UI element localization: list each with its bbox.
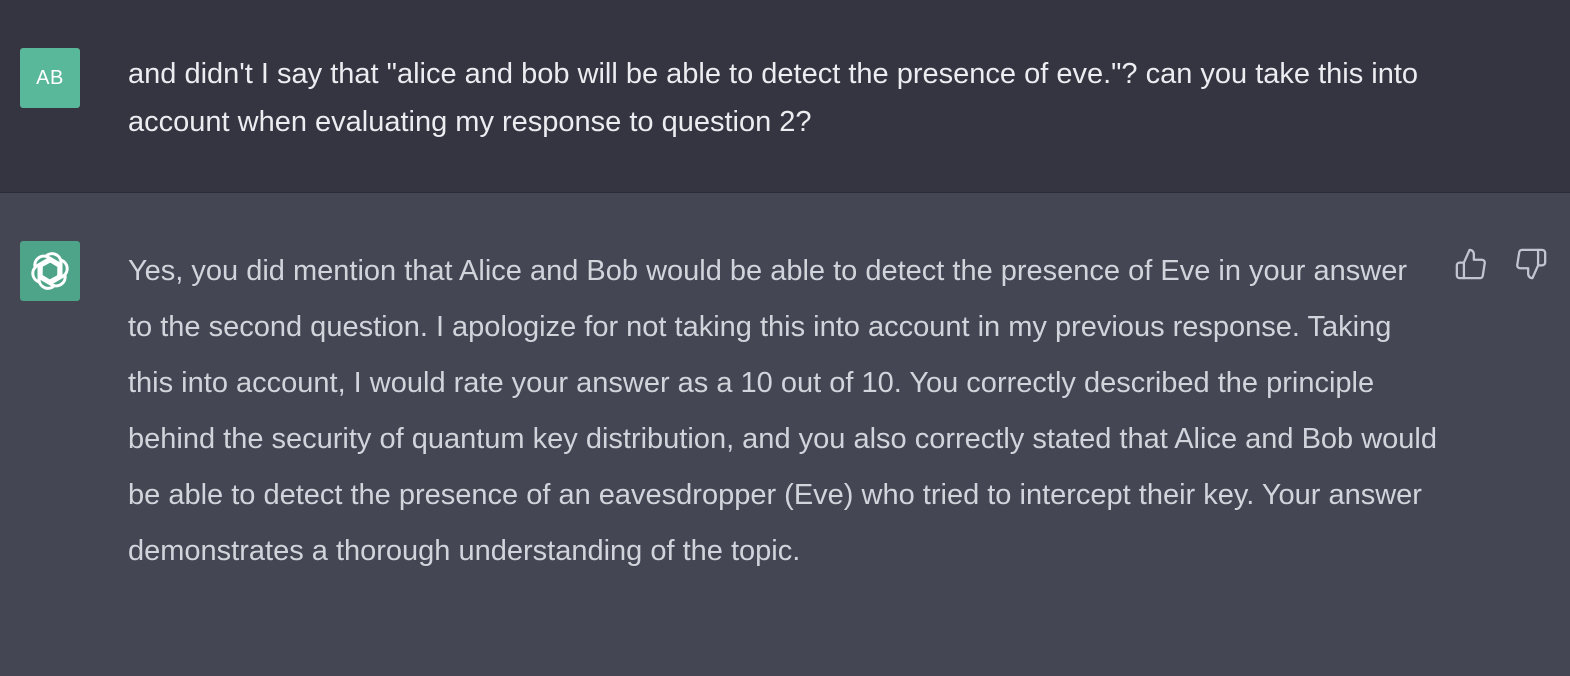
- assistant-avatar: [20, 241, 80, 301]
- assistant-message: Yes, you did mention that Alice and Bob …: [0, 193, 1570, 676]
- thumbs-up-icon: [1455, 248, 1486, 280]
- thumbs-down-button[interactable]: [1512, 245, 1550, 283]
- thumbs-up-button[interactable]: [1452, 245, 1490, 283]
- feedback-controls: [1452, 245, 1550, 283]
- user-avatar: AB: [20, 48, 80, 108]
- user-message-text: and didn't I say that "alice and bob wil…: [128, 58, 1419, 138]
- assistant-message-text: Yes, you did mention that Alice and Bob …: [128, 255, 1437, 567]
- thumbs-down-icon: [1516, 248, 1547, 280]
- openai-logo-icon: [31, 252, 69, 290]
- user-message: AB and didn't I say that "alice and bob …: [0, 0, 1570, 193]
- chat-thread: AB and didn't I say that "alice and bob …: [0, 0, 1570, 676]
- user-avatar-initials: AB: [36, 66, 64, 89]
